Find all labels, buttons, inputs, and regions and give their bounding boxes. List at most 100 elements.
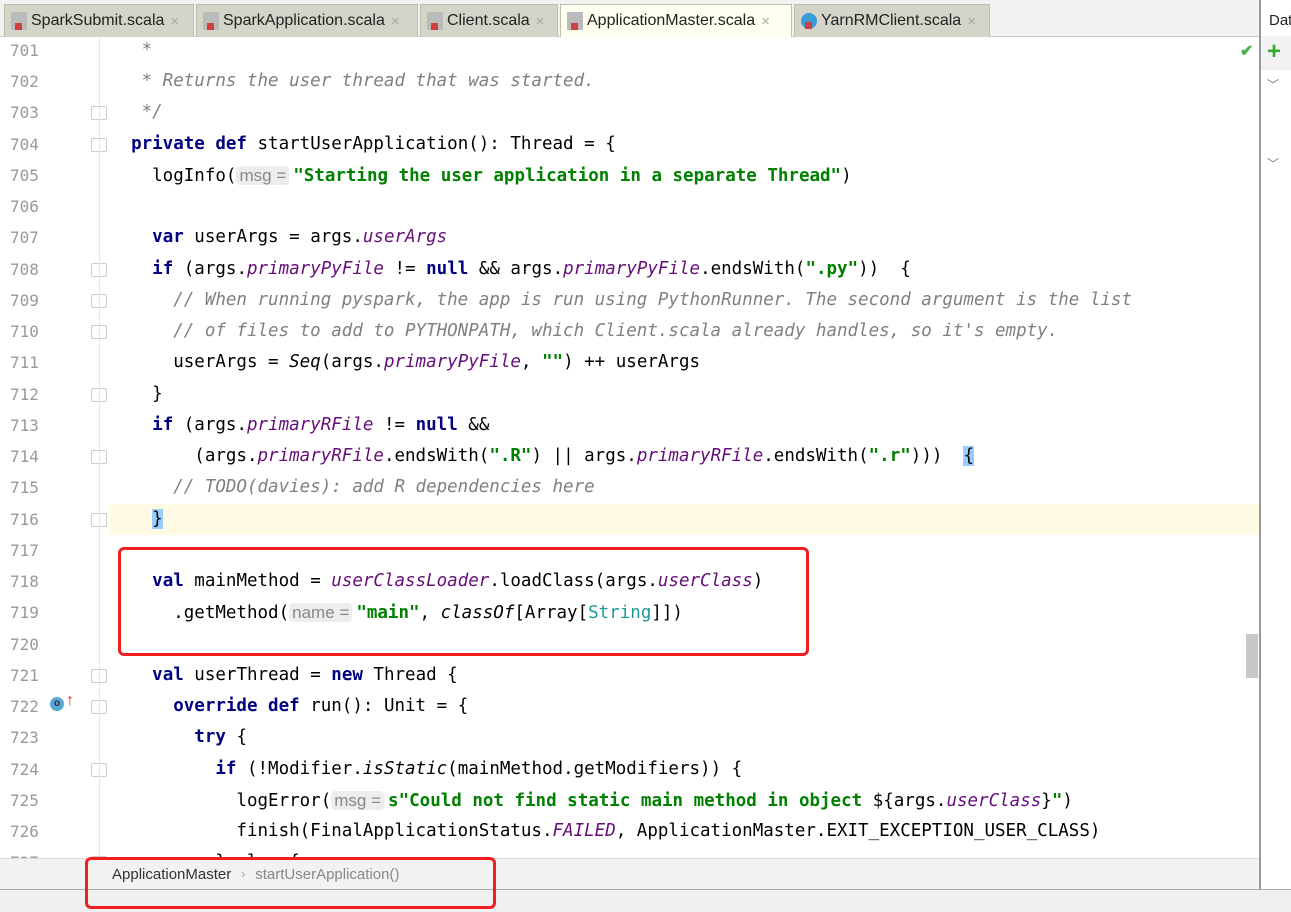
line-number: 702 — [10, 72, 39, 92]
line-number: 714 — [10, 447, 39, 467]
tab-yarnrmclient-scala[interactable]: YarnRMClient.scala × — [794, 4, 990, 37]
code-token: && args. — [468, 258, 564, 279]
code-token: userClass — [946, 790, 1042, 811]
code-line[interactable]: if (args.primaryPyFile != null && args.p… — [110, 254, 1259, 285]
parameter-hint: msg = — [331, 790, 385, 810]
code-line[interactable]: } — [110, 379, 1259, 410]
code-token: " — [1051, 790, 1063, 811]
close-icon[interactable]: × — [967, 13, 976, 30]
code-line[interactable]: */ — [110, 97, 1259, 128]
code-line[interactable]: finish(FinalApplicationStatus.FAILED, Ap… — [110, 816, 1259, 847]
scala-class-icon — [801, 13, 817, 29]
line-number: 718 — [10, 572, 39, 592]
fold-icon[interactable] — [91, 293, 107, 308]
add-icon[interactable]: + — [1267, 40, 1281, 64]
chevron-down-icon[interactable]: ﹀ — [1267, 155, 1279, 172]
fold-icon[interactable] — [91, 325, 107, 340]
code-line[interactable]: override def run(): Unit = { — [110, 691, 1259, 722]
code-token: userArgs = — [110, 352, 290, 373]
fold-icon[interactable] — [91, 512, 107, 527]
code-token: && — [457, 414, 490, 435]
code-token: startUserApplication(): Thread = { — [246, 133, 616, 154]
close-icon[interactable]: × — [391, 13, 400, 30]
code-line[interactable]: userArgs = Seq(args.primaryPyFile, "") +… — [110, 347, 1259, 378]
code-token: "Starting the user application in a sepa… — [293, 165, 842, 186]
code-token: "" — [542, 352, 564, 373]
code-token: isStatic — [362, 758, 448, 779]
line-number: 719 — [10, 603, 39, 623]
code-token: , ApplicationMaster.EXIT_EXCEPTION_USER_… — [615, 821, 1101, 841]
fold-icon[interactable] — [91, 450, 107, 465]
vertical-scrollbar-thumb[interactable] — [1246, 634, 1258, 678]
code-line[interactable]: // When running pyspark, the app is run … — [110, 285, 1259, 316]
code-line[interactable]: val userThread = new Thread { — [110, 660, 1259, 691]
code-token: userArgs — [362, 227, 448, 248]
code-token: (mainMethod.getModifiers)) { — [447, 758, 743, 779]
code-token: FAILED — [552, 821, 616, 841]
code-token: != — [383, 258, 427, 279]
tab-client-scala[interactable]: Client.scala × — [420, 4, 558, 37]
close-icon[interactable]: × — [761, 13, 770, 30]
annotation-box-breadcrumb — [85, 857, 496, 909]
code-line[interactable]: if (!Modifier.isStatic(mainMethod.getMod… — [110, 754, 1259, 785]
code-token: if — [215, 758, 237, 779]
fold-icon[interactable] — [91, 762, 107, 777]
code-line[interactable]: logError(msg = s"Could not find static ma… — [110, 785, 1259, 816]
code-line[interactable]: // TODO(davies): add R dependencies here — [110, 472, 1259, 503]
line-number: 726 — [10, 822, 39, 841]
fold-icon[interactable] — [91, 387, 107, 402]
code-token: .endsWith( — [383, 446, 490, 467]
line-number: 717 — [10, 540, 39, 560]
code-token: finish(FinalApplicationStatus. — [110, 821, 553, 841]
fold-icon[interactable] — [91, 700, 107, 715]
line-number: 716 — [10, 509, 39, 529]
chevron-down-icon[interactable]: ﹀ — [1267, 76, 1279, 93]
code-line[interactable]: (args.primaryRFile.endsWith(".R") || arg… — [110, 441, 1259, 472]
fold-icon[interactable] — [91, 668, 107, 683]
line-gutter: 701 702 703 704 705 706 707 708 709 710 711 712 713 7… — [0, 37, 110, 858]
line-number: 709 — [10, 290, 39, 310]
code-token: userArgs = args. — [183, 227, 363, 248]
fold-icon[interactable] — [91, 262, 107, 277]
tab-sparkapplication-scala[interactable]: SparkApplication.scala × — [196, 4, 418, 37]
fold-icon[interactable] — [91, 106, 107, 121]
code-line[interactable]: * — [110, 37, 1259, 66]
code-token: new — [331, 664, 363, 685]
fold-icon[interactable] — [91, 137, 107, 152]
code-token: * — [110, 40, 153, 60]
code-token: // TODO(davies): add R dependencies here — [110, 477, 595, 498]
line-number: 706 — [10, 197, 39, 217]
code-line[interactable] — [110, 191, 1259, 222]
line-number: 711 — [10, 353, 39, 373]
tab-applicationmaster-scala[interactable]: ApplicationMaster.scala × — [560, 4, 792, 37]
code-token: */ — [110, 102, 163, 123]
line-number: 720 — [10, 634, 39, 654]
code-line[interactable]: logInfo(msg = "Starting the user applicat… — [110, 160, 1259, 191]
code-line[interactable]: * Returns the user thread that was start… — [110, 66, 1259, 97]
code-line[interactable]: try { — [110, 722, 1259, 753]
code-token: run(): Unit = { — [299, 696, 469, 717]
code-line[interactable]: if (args.primaryRFile != null && — [110, 410, 1259, 441]
code-token: .endsWith( — [700, 258, 806, 279]
code-editor[interactable]: 701 702 703 704 705 706 707 708 709 710 711 712 713 7… — [0, 37, 1259, 858]
code-token: null — [415, 414, 458, 435]
code-line[interactable]: } — [110, 503, 1259, 535]
code-line[interactable]: private def startUserApplication(): Thre… — [110, 129, 1259, 160]
code-token: val — [152, 664, 184, 685]
close-icon[interactable]: × — [170, 13, 179, 30]
line-number: 712 — [10, 384, 39, 404]
implements-arrow-icon[interactable]: ↑ — [66, 692, 74, 710]
code-token: if — [152, 414, 174, 435]
code-line[interactable]: var userArgs = args.userArgs — [110, 222, 1259, 253]
code-token: (!Modifier. — [236, 758, 363, 779]
tab-sparksubmit-scala[interactable]: SparkSubmit.scala × — [4, 4, 194, 37]
code-token: primaryRFile — [247, 414, 374, 435]
code-token: primaryPyFile — [247, 258, 384, 279]
code-line[interactable]: // of files to add to PYTHONPATH, which … — [110, 316, 1259, 347]
override-method-marker-icon[interactable]: o — [50, 697, 64, 711]
close-icon[interactable]: × — [536, 13, 545, 30]
